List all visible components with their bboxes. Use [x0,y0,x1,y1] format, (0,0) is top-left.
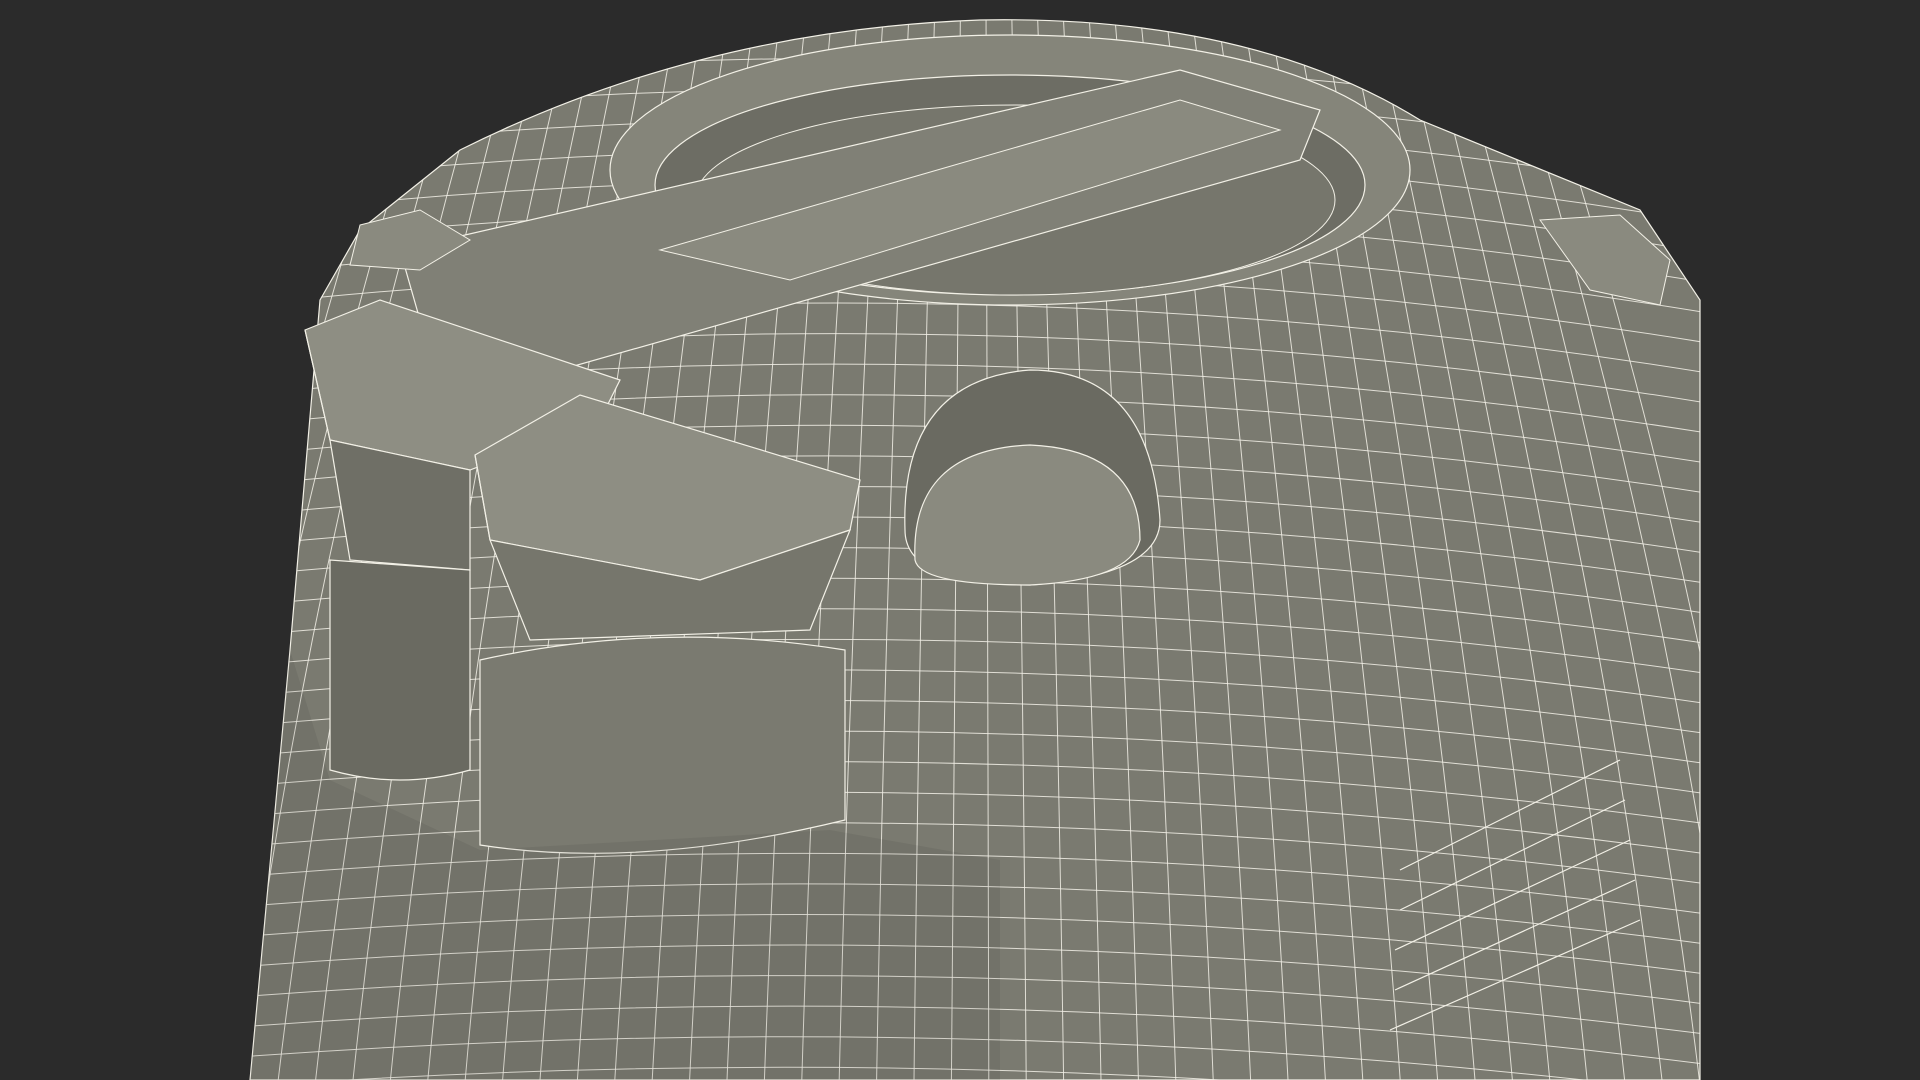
wireframe-render [0,0,1920,1080]
canister-wireframe-svg [0,0,1920,1080]
left-stem [329,559,471,781]
front-stem [479,636,846,854]
